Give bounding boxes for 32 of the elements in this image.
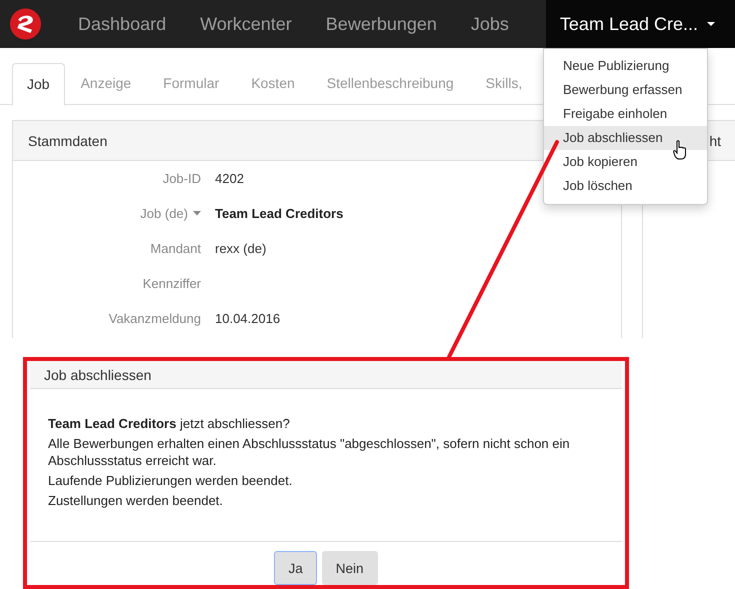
field-label: Kennziffer <box>142 276 201 291</box>
dialog-button[interactable]: Nein <box>322 551 378 585</box>
menu-item[interactable]: Freigabe einholen <box>544 102 707 126</box>
dialog-text: Laufende Publizierungen werden beendet. <box>48 472 294 489</box>
field-label: Vakanzmeldung <box>108 311 201 326</box>
dialog-text: Team Lead Creditors jetzt abschliessen? <box>48 415 291 432</box>
field-label: Job-ID <box>162 171 201 186</box>
field-value: 10.04.2016 <box>215 311 280 326</box>
dialog-button[interactable]: Ja <box>274 551 317 585</box>
hand-cursor-icon <box>673 140 687 160</box>
menu-item[interactable]: Job löschen <box>544 174 707 198</box>
nav-item[interactable]: Workcenter <box>183 0 309 48</box>
menu-item[interactable]: Bewerbung erfassen <box>544 78 707 102</box>
field-label: Mandant <box>150 241 201 256</box>
field-value: 4202 <box>215 171 244 186</box>
menu-item[interactable]: Neue Publizierung <box>544 54 707 78</box>
dialog-text: Zustellungen werden beendet. <box>48 492 224 509</box>
tab[interactable]: Job <box>12 63 65 106</box>
nav-item[interactable]: Bewerbungen <box>308 0 454 48</box>
menu-item[interactable]: Job kopieren <box>544 150 707 174</box>
dialog-text: Alle Bewerbungen erhalten einen Abschlussstatus "abgeschlossen", sofern nicht schon ein Abschlussstatus erreicht war. <box>48 435 571 469</box>
panel-title: ht <box>709 132 721 148</box>
nav-item[interactable]: Dashboard <box>61 0 184 48</box>
nav-item[interactable]: Jobs <box>454 0 526 48</box>
nav-item[interactable]: Team Lead Cre... <box>546 0 735 48</box>
caret-icon[interactable] <box>193 211 201 216</box>
field-label[interactable]: Job (de) <box>140 206 188 221</box>
field-value: Team Lead Creditors <box>215 206 344 221</box>
menu-item[interactable]: Job abschliessen <box>544 126 707 150</box>
panel-title: Stammdaten <box>28 132 108 148</box>
field-value: rexx (de) <box>215 241 266 256</box>
dialog-title: Job abschliessen <box>44 366 152 382</box>
